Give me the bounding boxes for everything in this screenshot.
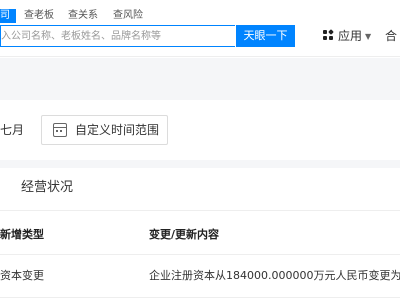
divider bbox=[0, 210, 400, 211]
partner-link[interactable]: 合 bbox=[385, 28, 397, 44]
apps-grid-icon bbox=[323, 29, 334, 41]
column-header-content: 变更/更新内容 bbox=[149, 228, 220, 241]
apps-menu[interactable]: 应用 ▼ bbox=[323, 28, 371, 44]
top-header: 司 查老板 查关系 查风险 天眼一下 应用▼ 合 bbox=[0, 0, 400, 57]
section-title: 经营状况 bbox=[21, 180, 74, 195]
table-cell-type: 资本变更 bbox=[0, 269, 44, 282]
column-header-type: 新增类型 bbox=[0, 228, 44, 241]
tab-risk[interactable]: 查风险 bbox=[113, 9, 143, 23]
tab-company[interactable]: 司 bbox=[0, 9, 16, 23]
custom-date-range-button[interactable]: 自定义时间范围 bbox=[41, 115, 168, 145]
search-box bbox=[0, 25, 235, 47]
chevron-down-icon: ▼ bbox=[365, 32, 372, 41]
tab-boss[interactable]: 查老板 bbox=[24, 9, 54, 23]
apps-label: 应用 bbox=[338, 29, 363, 43]
search-button[interactable]: 天眼一下 bbox=[236, 25, 295, 47]
divider bbox=[0, 254, 400, 255]
tab-relation[interactable]: 查关系 bbox=[68, 9, 98, 23]
table-cell-content: 企业注册资本从184000.000000万元人民币变更为2 bbox=[149, 269, 400, 282]
page-gray-band bbox=[0, 58, 400, 100]
custom-date-range-label: 自定义时间范围 bbox=[75, 123, 160, 137]
divider bbox=[0, 297, 400, 298]
month-filter[interactable]: 七月 bbox=[0, 122, 24, 138]
search-input[interactable] bbox=[1, 26, 234, 46]
section-divider bbox=[0, 160, 400, 168]
calendar-icon bbox=[53, 123, 67, 137]
